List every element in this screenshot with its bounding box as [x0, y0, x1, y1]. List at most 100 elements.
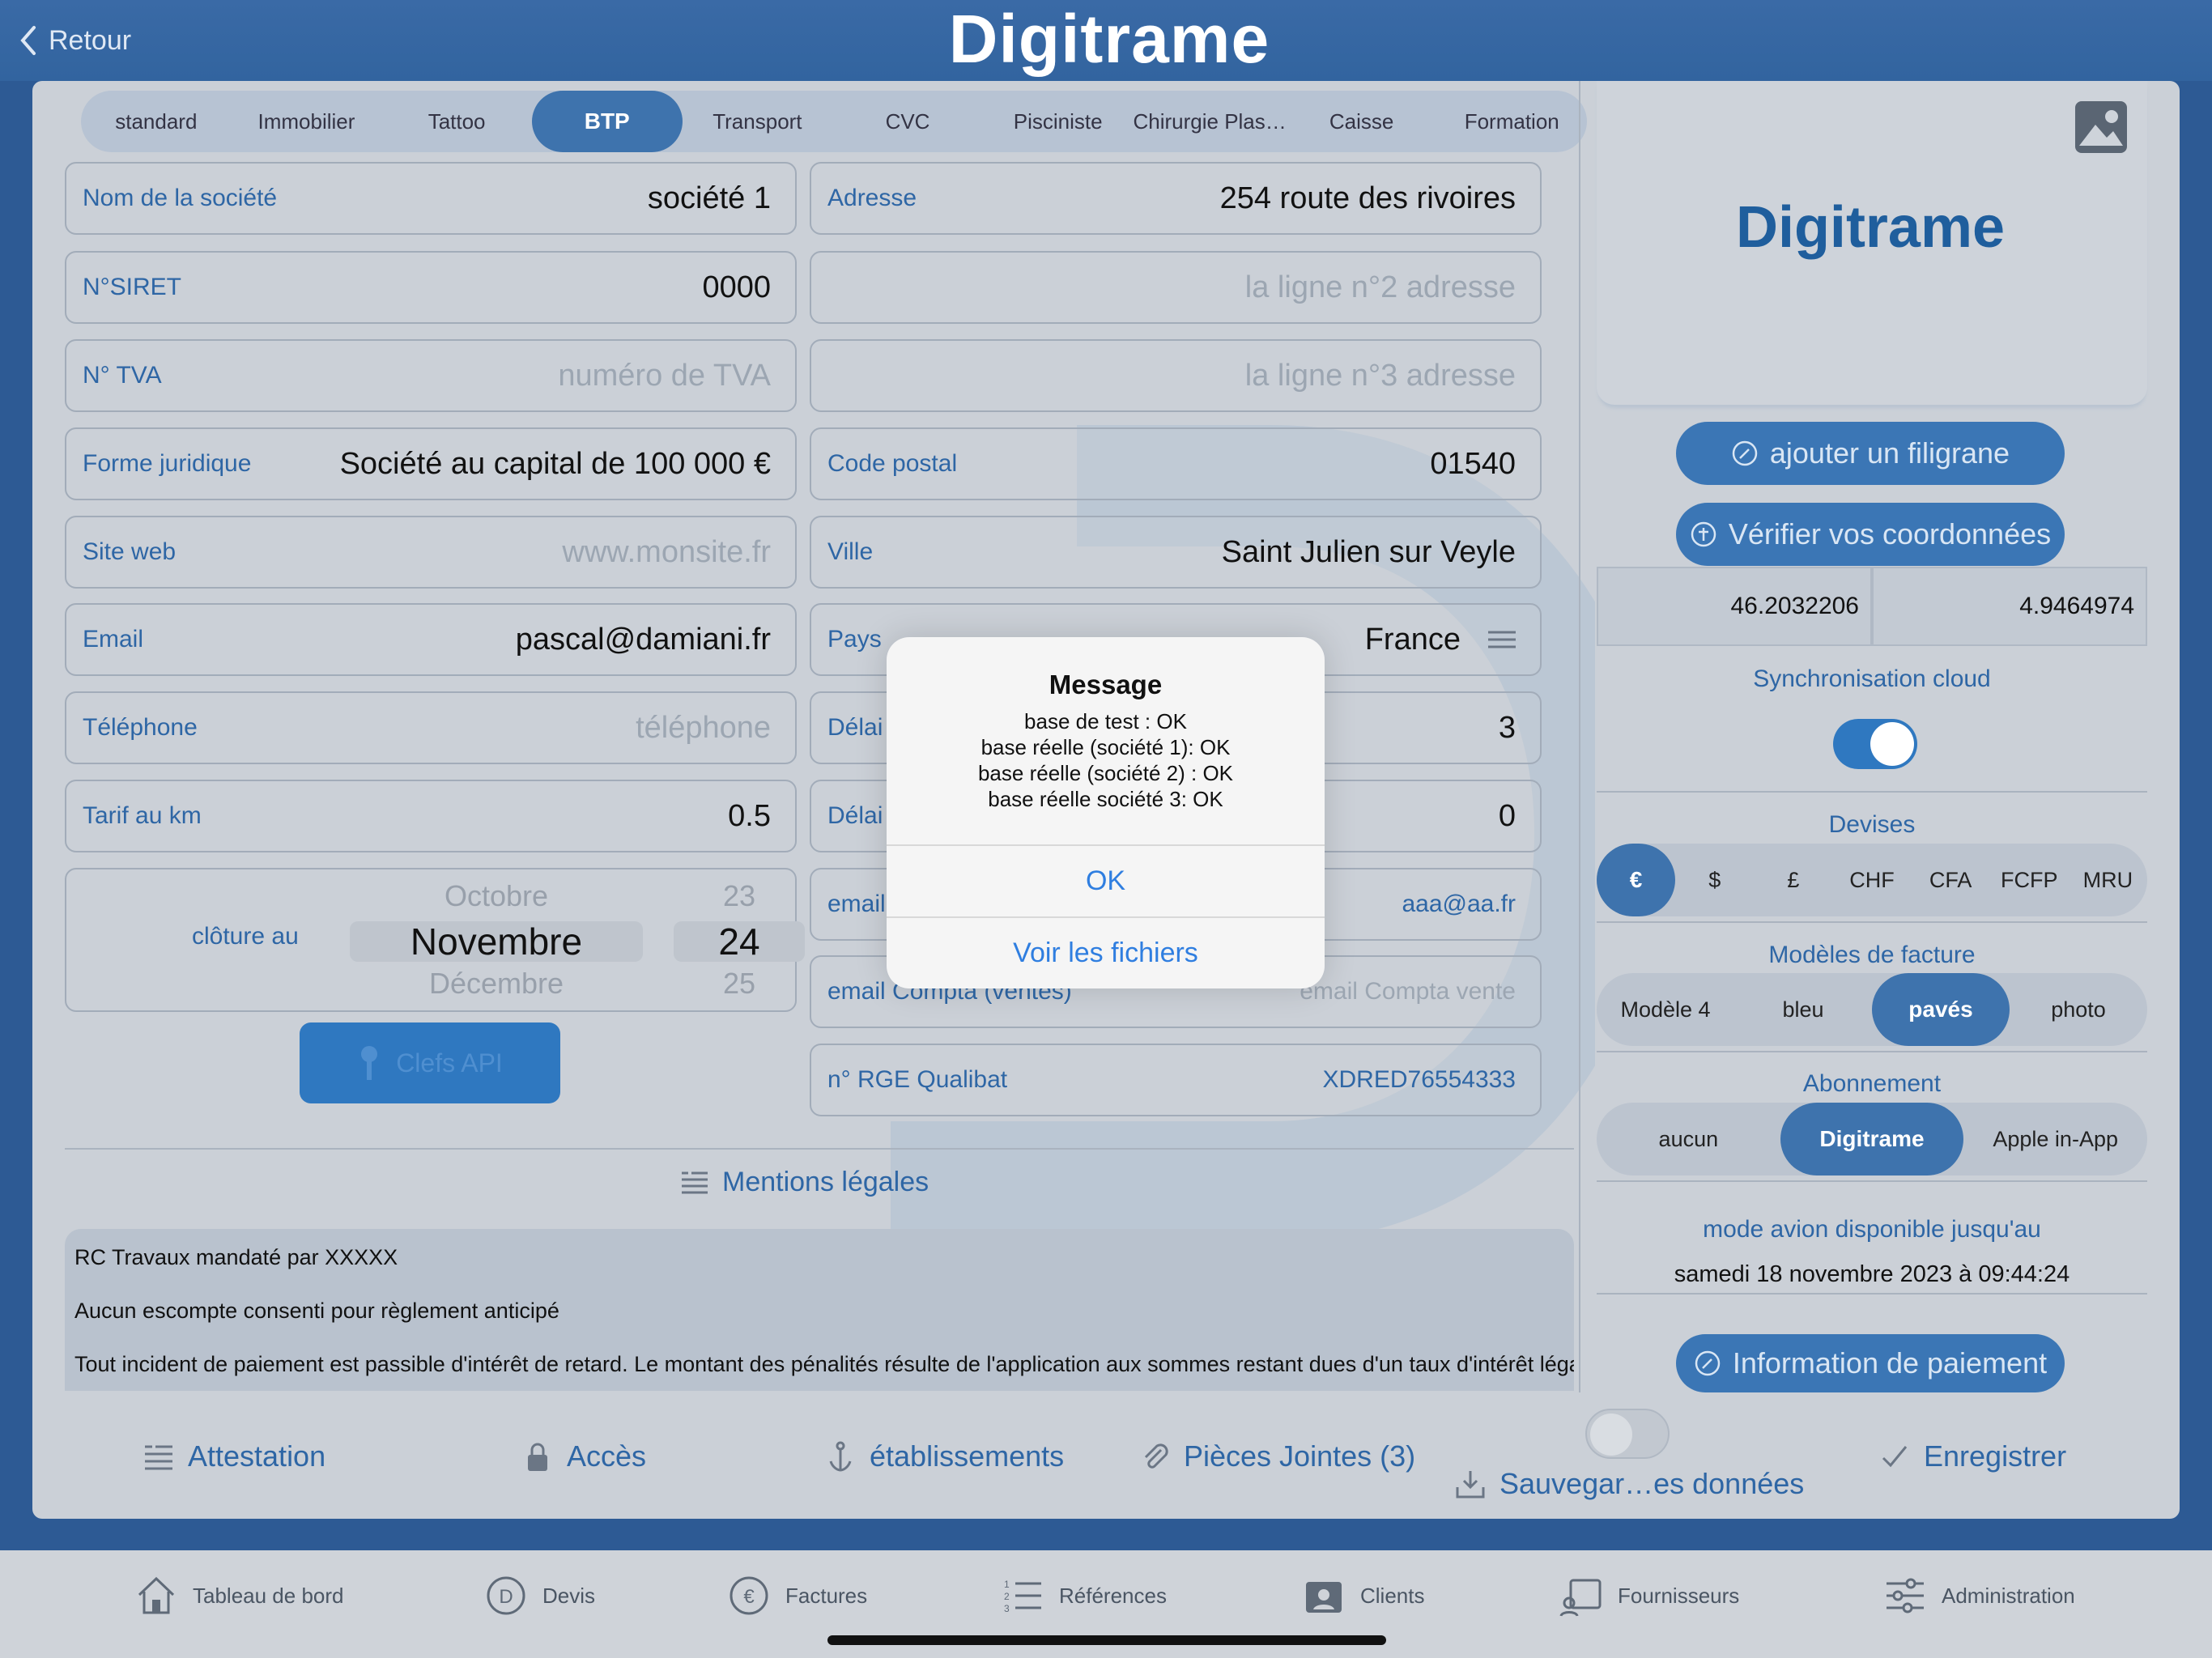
picker-month-next[interactable]: Décembre: [350, 967, 643, 1001]
edit-circle-icon: [1695, 1350, 1721, 1376]
sync-cloud-toggle[interactable]: [1833, 719, 1917, 769]
numbered-list-icon: 123: [1004, 1579, 1041, 1614]
template-option-2[interactable]: Tattoo: [381, 91, 532, 152]
picker-day-prev[interactable]: 23: [674, 879, 805, 913]
back-button[interactable]: Retour: [19, 18, 131, 63]
picker-day-next[interactable]: 25: [674, 967, 805, 1001]
attestation-button[interactable]: Attestation: [143, 1435, 325, 1478]
company-name-field[interactable]: Nom de la société société 1: [65, 162, 797, 235]
alert-line: base réelle société 3: OK: [988, 787, 1223, 811]
template-option-3[interactable]: BTP: [531, 91, 683, 152]
postal-code-field[interactable]: Code postal 01540: [810, 427, 1542, 500]
subscription-option-0[interactable]: aucun: [1597, 1103, 1780, 1175]
email-compta-placeholder: email Compta vente: [1300, 978, 1516, 1005]
longitude-field[interactable]: 4.9464974: [1872, 567, 2147, 646]
template-option-8[interactable]: Caisse: [1287, 91, 1437, 152]
tva-placeholder: numéro de TVA: [558, 358, 771, 393]
backup-toggle[interactable]: [1585, 1409, 1670, 1459]
picker-month-prev[interactable]: Octobre: [350, 879, 643, 913]
km-rate-field[interactable]: Tarif au km 0.5: [65, 780, 797, 852]
sidebar-divider-line: [1597, 1051, 2147, 1052]
currency-option-2[interactable]: £: [1754, 844, 1832, 916]
mentions-legales-header[interactable]: Mentions légales: [680, 1161, 929, 1203]
address2-field[interactable]: la ligne n°2 adresse: [810, 251, 1542, 324]
sidebar-divider-line: [1597, 791, 2147, 793]
template-option-1[interactable]: Immobilier: [232, 91, 382, 152]
tab-invoices[interactable]: € Factures: [727, 1573, 867, 1618]
verify-coordinates-label: Vérifier vos coordonnées: [1728, 517, 2052, 551]
euro-circle-icon: €: [730, 1576, 768, 1615]
save-button[interactable]: Enregistrer: [1878, 1435, 2066, 1478]
postal-code-value: 01540: [1430, 446, 1516, 481]
template-option-6[interactable]: Pisciniste: [983, 91, 1134, 152]
currency-option-4[interactable]: CFA: [1912, 844, 1990, 916]
airplane-mode-title: mode avion disponible jusqu'au: [1703, 1216, 2041, 1243]
currency-option-6[interactable]: MRU: [2069, 844, 2147, 916]
tab-suppliers[interactable]: Fournisseurs: [1559, 1573, 1739, 1618]
sync-title: Synchronisation cloud: [1753, 665, 1991, 692]
city-label: Ville: [827, 538, 874, 565]
alert-view-files-button[interactable]: Voir les fichiers: [887, 916, 1325, 988]
legal-line: RC Travaux mandaté par XXXXX: [74, 1245, 398, 1269]
model-option-0[interactable]: Modèle 4: [1597, 973, 1734, 1046]
address3-field[interactable]: la ligne n°3 adresse: [810, 339, 1542, 412]
subscription-option-2[interactable]: Apple in-App: [1963, 1103, 2147, 1175]
home-indicator: [827, 1635, 1386, 1645]
latitude-field[interactable]: 46.2032206: [1597, 567, 1872, 646]
currency-option-0[interactable]: €: [1597, 844, 1676, 916]
phone-placeholder: téléphone: [636, 710, 771, 745]
tab-suppliers-label: Fournisseurs: [1618, 1583, 1740, 1608]
picker-day-current[interactable]: 24: [674, 920, 805, 963]
legal-text-area[interactable]: RC Travaux mandaté par XXXXX Aucun escom…: [65, 1229, 1574, 1391]
currency-option-3[interactable]: CHF: [1832, 844, 1911, 916]
model-option-3[interactable]: photo: [2010, 973, 2147, 1046]
siret-value: 0000: [702, 270, 771, 304]
model-option-1[interactable]: bleu: [1734, 973, 1872, 1046]
currency-option-5[interactable]: FCFP: [1990, 844, 2069, 916]
email2-label: email: [827, 891, 886, 917]
template-option-0[interactable]: standard: [81, 91, 232, 152]
action-toolbar: Attestation Accès établissements Pièces …: [32, 1392, 2180, 1519]
closing-date-picker[interactable]: clôture au Octobre Novembre Décembre 23 …: [65, 868, 805, 1012]
add-watermark-button[interactable]: ajouter un filigrane: [1676, 422, 2065, 485]
attachments-label: Pièces Jointes (3): [1184, 1439, 1416, 1473]
menu-lines-icon[interactable]: [1488, 631, 1516, 648]
backup-button[interactable]: Sauvegar…es données: [1454, 1462, 1804, 1506]
siret-field[interactable]: N°SIRET 0000: [65, 251, 797, 324]
verify-coordinates-button[interactable]: Vérifier vos coordonnées: [1676, 503, 2065, 566]
template-option-5[interactable]: CVC: [832, 91, 983, 152]
postal-code-label: Code postal: [827, 450, 958, 477]
city-field[interactable]: Ville Saint Julien sur Veyle: [810, 516, 1542, 589]
alert-body: base de test : OK base réelle (société 1…: [887, 708, 1325, 812]
image-icon[interactable]: [2073, 99, 2129, 155]
tab-quotes[interactable]: D Devis: [484, 1573, 595, 1618]
tab-dashboard[interactable]: Tableau de bord: [134, 1573, 343, 1618]
tab-references[interactable]: 123 Références: [1001, 1573, 1167, 1618]
app-logo: Digitrame: [948, 1, 1270, 77]
rge-field[interactable]: n° RGE Qualibat XDRED76554333: [810, 1044, 1542, 1116]
tva-field[interactable]: N° TVA numéro de TVA: [65, 339, 797, 412]
legal-form-field[interactable]: Forme juridique Société au capital de 10…: [65, 427, 797, 500]
email-field[interactable]: Email pascal@damiani.fr: [65, 603, 797, 676]
delay1-label: Délai: [827, 714, 883, 741]
company-name-value: société 1: [647, 181, 771, 215]
template-option-9[interactable]: Formation: [1436, 91, 1587, 152]
attachments-button[interactable]: Pièces Jointes (3): [1138, 1435, 1415, 1478]
subscription-option-1[interactable]: Digitrame: [1780, 1103, 1964, 1175]
address-field[interactable]: Adresse 254 route des rivoires: [810, 162, 1542, 235]
access-button[interactable]: Accès: [521, 1435, 646, 1478]
phone-field[interactable]: Téléphone téléphone: [65, 691, 797, 764]
tab-clients[interactable]: Clients: [1302, 1573, 1424, 1618]
payment-info-button[interactable]: Information de paiement: [1676, 1334, 2065, 1392]
establishments-button[interactable]: établissements: [824, 1435, 1064, 1478]
currency-option-1[interactable]: $: [1675, 844, 1754, 916]
website-field[interactable]: Site web www.monsite.fr: [65, 516, 797, 589]
alert-ok-button[interactable]: OK: [887, 844, 1325, 916]
template-option-4[interactable]: Transport: [683, 91, 833, 152]
tab-administration[interactable]: Administration: [1883, 1573, 2075, 1618]
api-keys-button[interactable]: Clefs API: [300, 1022, 560, 1103]
anchor-icon: [829, 1441, 852, 1472]
template-option-7[interactable]: Chirurgie Plas…: [1133, 91, 1286, 152]
model-option-2[interactable]: pavés: [1872, 973, 2010, 1046]
picker-month-current[interactable]: Novembre: [350, 920, 643, 963]
